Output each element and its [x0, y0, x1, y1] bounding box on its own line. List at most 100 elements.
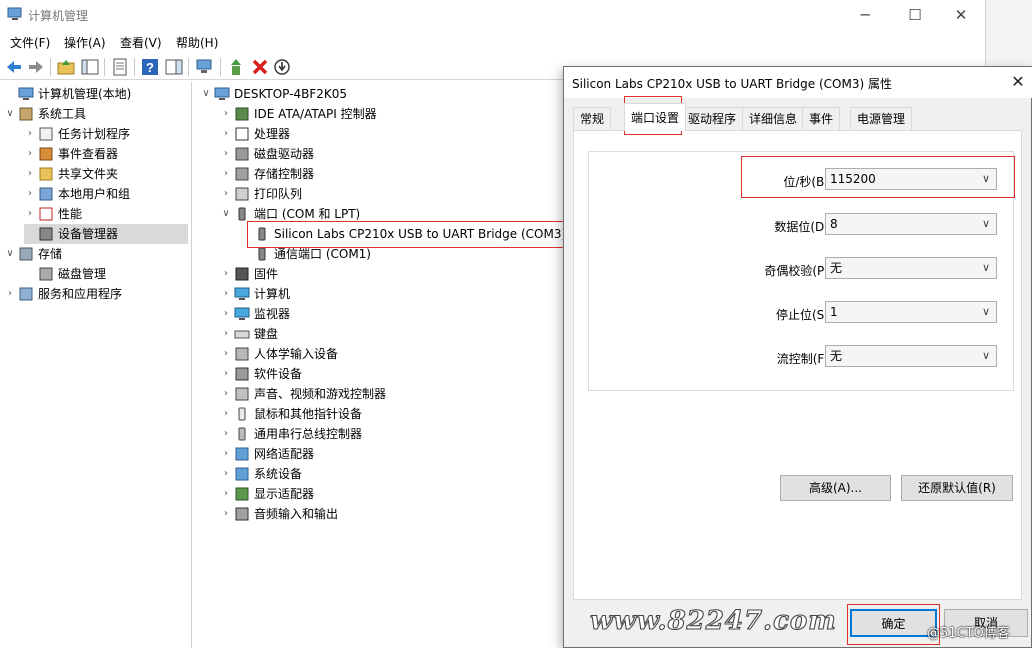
- device-tree-item[interactable]: › 通用串行总线控制器: [220, 424, 562, 444]
- device-tree-item[interactable]: › 音频输入和输出: [220, 504, 562, 524]
- device-tree-item[interactable]: › 固件: [220, 264, 562, 284]
- tree-event-viewer[interactable]: › 事件查看器: [24, 144, 188, 164]
- minimize-button[interactable]: ─: [842, 0, 888, 30]
- dialog-close-button[interactable]: ✕: [1003, 67, 1032, 98]
- collapsed-chevron-icon[interactable]: [24, 224, 36, 244]
- collapsed-chevron-icon[interactable]: ›: [4, 284, 16, 304]
- collapsed-chevron-icon[interactable]: ›: [220, 184, 232, 204]
- collapsed-chevron-icon[interactable]: ›: [220, 104, 232, 124]
- back-arrow-icon[interactable]: [4, 57, 24, 77]
- collapsed-chevron-icon[interactable]: ›: [220, 384, 232, 404]
- tab-port-settings[interactable]: 端口设置: [624, 103, 687, 131]
- collapsed-chevron-icon[interactable]: ›: [220, 344, 232, 364]
- up-folder-icon[interactable]: [56, 57, 76, 77]
- tab-general[interactable]: 常规: [573, 107, 612, 130]
- device-tree-item[interactable]: › 声音、视频和游戏控制器: [220, 384, 562, 404]
- tab-driver[interactable]: 驱动程序: [681, 107, 744, 130]
- tab-details[interactable]: 详细信息: [742, 107, 805, 130]
- menu-view[interactable]: 查看(V): [120, 34, 162, 51]
- device-tree-item[interactable]: › 监视器: [220, 304, 562, 324]
- help-icon[interactable]: ?: [140, 57, 160, 77]
- collapsed-chevron-icon[interactable]: [240, 244, 252, 264]
- collapsed-chevron-icon[interactable]: ›: [220, 124, 232, 144]
- collapsed-chevron-icon[interactable]: ›: [220, 504, 232, 524]
- device-tree-item[interactable]: › 处理器: [220, 124, 562, 144]
- collapsed-chevron-icon[interactable]: ›: [220, 484, 232, 504]
- menu-action[interactable]: 操作(A): [64, 34, 106, 51]
- uninstall-red-x-icon[interactable]: [250, 57, 270, 77]
- expanded-chevron-icon[interactable]: ∨: [200, 84, 212, 104]
- collapsed-chevron-icon[interactable]: ›: [220, 284, 232, 304]
- tree-task-scheduler[interactable]: › 任务计划程序: [24, 124, 188, 144]
- menu-file[interactable]: 文件(F): [10, 34, 50, 51]
- data-bits-select[interactable]: 8 ∨: [825, 213, 997, 235]
- tree-storage[interactable]: ∨ 存储: [4, 244, 188, 264]
- disable-device-icon[interactable]: [272, 57, 292, 77]
- restore-defaults-button[interactable]: 还原默认值(R): [901, 475, 1013, 501]
- parity-select[interactable]: 无 ∨: [825, 257, 997, 279]
- collapsed-chevron-icon[interactable]: ›: [220, 464, 232, 484]
- collapsed-chevron-icon[interactable]: ›: [220, 264, 232, 284]
- tab-events[interactable]: 事件: [802, 107, 841, 130]
- device-tree-item[interactable]: Silicon Labs CP210x USB to UART Bridge (…: [240, 224, 566, 244]
- collapsed-chevron-icon[interactable]: ›: [24, 124, 36, 144]
- tree-device-manager[interactable]: 设备管理器: [24, 224, 188, 244]
- device-tree-item[interactable]: › 存储控制器: [220, 164, 562, 184]
- forward-arrow-icon[interactable]: [26, 57, 46, 77]
- collapsed-chevron-icon[interactable]: ›: [220, 404, 232, 424]
- collapsed-chevron-icon[interactable]: ›: [220, 324, 232, 344]
- collapsed-chevron-icon[interactable]: [4, 84, 16, 104]
- tree-local-users[interactable]: › 本地用户和组: [24, 184, 188, 204]
- device-tree-item[interactable]: › 人体学输入设备: [220, 344, 562, 364]
- tab-power-management[interactable]: 电源管理: [850, 107, 913, 130]
- maximize-button[interactable]: ☐: [892, 0, 938, 30]
- menu-help[interactable]: 帮助(H): [176, 34, 218, 51]
- baud-rate-select[interactable]: 115200 ∨: [825, 168, 997, 190]
- device-tree-item[interactable]: 通信端口 (COM1): [240, 244, 562, 264]
- show-tree-icon[interactable]: [80, 57, 100, 77]
- port-device-icon: [258, 247, 266, 261]
- expanded-chevron-icon[interactable]: ∨: [4, 104, 16, 124]
- tree-system-tools[interactable]: ∨ 系统工具: [4, 104, 188, 124]
- collapsed-chevron-icon[interactable]: ›: [220, 364, 232, 384]
- collapsed-chevron-icon[interactable]: ›: [220, 424, 232, 444]
- tree-disk-management[interactable]: 磁盘管理: [24, 264, 188, 284]
- device-tree-item[interactable]: › 打印队列: [220, 184, 562, 204]
- collapsed-chevron-icon[interactable]: [240, 224, 252, 244]
- collapsed-chevron-icon[interactable]: [24, 264, 36, 284]
- action-pane-icon[interactable]: [164, 57, 184, 77]
- collapsed-chevron-icon[interactable]: ›: [220, 304, 232, 324]
- close-button[interactable]: ✕: [938, 0, 984, 30]
- device-tree-item[interactable]: › 键盘: [220, 324, 562, 344]
- collapsed-chevron-icon[interactable]: ›: [24, 204, 36, 224]
- device-tree-item[interactable]: › 系统设备: [220, 464, 562, 484]
- tree-services-apps[interactable]: › 服务和应用程序: [4, 284, 188, 304]
- device-tree-item[interactable]: › 鼠标和其他指针设备: [220, 404, 562, 424]
- collapsed-chevron-icon[interactable]: ›: [24, 184, 36, 204]
- tree-shared-folders[interactable]: › 共享文件夹: [24, 164, 188, 184]
- flow-control-select[interactable]: 无 ∨: [825, 345, 997, 367]
- scan-hardware-icon[interactable]: [194, 57, 214, 77]
- ok-button[interactable]: 确定: [850, 609, 937, 637]
- collapsed-chevron-icon[interactable]: ›: [24, 144, 36, 164]
- expanded-chevron-icon[interactable]: ∨: [220, 204, 232, 224]
- collapsed-chevron-icon[interactable]: ›: [220, 164, 232, 184]
- update-driver-icon[interactable]: [226, 57, 246, 77]
- tree-computer-management[interactable]: 计算机管理(本地): [4, 84, 188, 104]
- expanded-chevron-icon[interactable]: ∨: [4, 244, 16, 264]
- device-tree-item[interactable]: › 计算机: [220, 284, 562, 304]
- device-tree-item[interactable]: › 软件设备: [220, 364, 562, 384]
- collapsed-chevron-icon[interactable]: ›: [24, 164, 36, 184]
- collapsed-chevron-icon[interactable]: ›: [220, 144, 232, 164]
- device-tree-item[interactable]: ∨ DESKTOP-4BF2K05: [200, 84, 562, 104]
- advanced-button[interactable]: 高级(A)...: [780, 475, 891, 501]
- device-tree-item[interactable]: › 网络适配器: [220, 444, 562, 464]
- properties-page-icon[interactable]: [110, 57, 130, 77]
- device-tree-item[interactable]: › 显示适配器: [220, 484, 562, 504]
- device-tree-item[interactable]: ∨ 端口 (COM 和 LPT): [220, 204, 562, 224]
- tree-performance[interactable]: › 性能: [24, 204, 188, 224]
- device-tree-item[interactable]: › IDE ATA/ATAPI 控制器: [220, 104, 562, 124]
- stop-bits-select[interactable]: 1 ∨: [825, 301, 997, 323]
- collapsed-chevron-icon[interactable]: ›: [220, 444, 232, 464]
- device-tree-item[interactable]: › 磁盘驱动器: [220, 144, 562, 164]
